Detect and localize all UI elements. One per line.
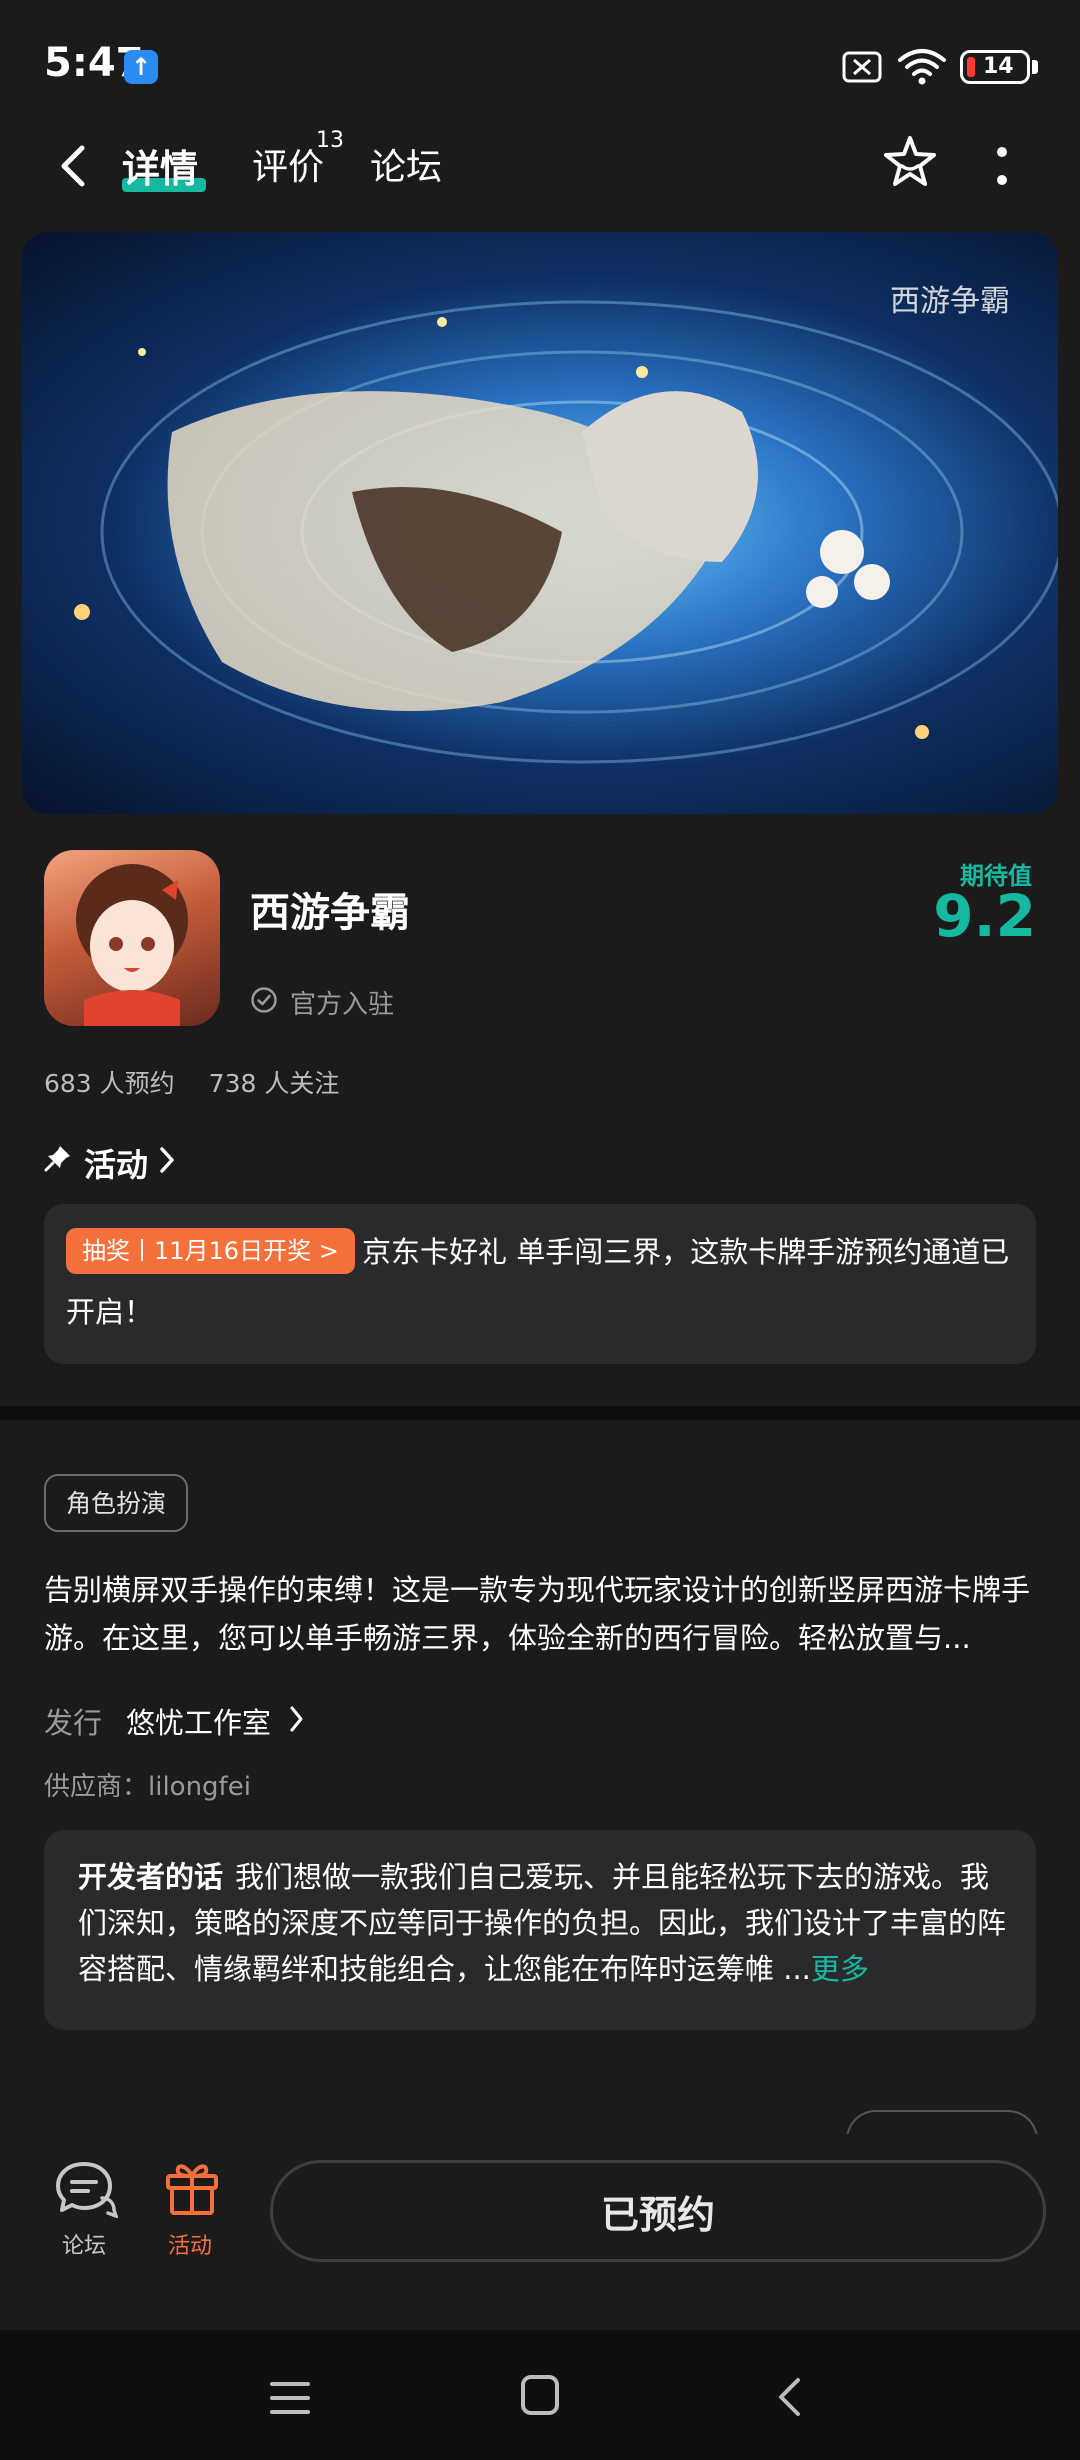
tab-forum[interactable]: 论坛 xyxy=(370,138,442,190)
battery-icon: 14 xyxy=(960,50,1030,84)
wifi-icon xyxy=(898,49,946,85)
supplier-info: 供应商：lilongfei xyxy=(44,1772,251,1802)
favorite-star-icon[interactable] xyxy=(880,132,940,192)
chevron-right-icon[interactable] xyxy=(156,1144,178,1176)
app-icon-illustration xyxy=(76,864,188,1026)
expectation-score: 9.2 xyxy=(933,882,1036,950)
developer-notes-card[interactable]: 开发者的话 我们想做一款我们自己爱玩、并且能轻松玩下去的游戏。我们深知，策略的深度… xyxy=(44,1830,1036,2030)
banner-watermark: 西游争霸 xyxy=(890,284,1010,319)
tab-detail[interactable]: 详情 xyxy=(122,138,198,193)
activity-label: 活动 xyxy=(168,2234,213,2259)
battery-tip xyxy=(1032,60,1038,74)
genre-tag[interactable]: 角色扮演 xyxy=(44,1474,189,1532)
activity-section-title[interactable]: 活动 xyxy=(84,1140,148,1186)
chevron-right-icon[interactable] xyxy=(288,1704,306,1734)
reserved-button[interactable]: 已预约 xyxy=(270,2160,1046,2262)
system-back-icon[interactable] xyxy=(776,2376,802,2418)
publisher-label: 发行 xyxy=(44,1706,103,1740)
developer-notes: 开发者的话 我们想做一款我们自己爱玩、并且能轻松玩下去的游戏。我们深知，策略的深度… xyxy=(78,1854,1008,1992)
official-verified-label: 官方入驻 xyxy=(290,990,395,1020)
forum-label: 论坛 xyxy=(62,2234,107,2259)
no-sim-icon xyxy=(842,51,882,83)
home-icon[interactable] xyxy=(520,2374,560,2416)
back-arrow-icon[interactable] xyxy=(52,140,96,192)
game-banner-image[interactable]: 西游争霸 xyxy=(22,232,1058,814)
battery-level: 14 xyxy=(983,54,1014,79)
more-options-icon[interactable] xyxy=(996,146,1008,186)
pin-icon xyxy=(44,1146,70,1172)
forum-button[interactable]: 论坛 xyxy=(54,2158,118,2278)
activity-button[interactable]: 活动 xyxy=(160,2158,224,2278)
game-title: 西游争霸 xyxy=(250,890,410,936)
recent-apps-icon[interactable] xyxy=(270,2380,310,2416)
reservation-count: 683 人预约 xyxy=(44,1069,175,1098)
more-link[interactable]: 更多 xyxy=(811,1952,869,1986)
forum-chat-icon xyxy=(56,2162,118,2218)
activity-card[interactable]: 京东卡好礼 单手闯三界，这款卡牌手游预约通道已开启！ 抽奖丨11月16日开奖 > xyxy=(44,1204,1036,1364)
game-app-icon xyxy=(44,850,220,1026)
game-stats: 683 人预约 738 人关注 xyxy=(44,1064,373,1100)
reviews-count-badge: 13 xyxy=(316,128,344,153)
lottery-badge[interactable]: 抽奖丨11月16日开奖 > xyxy=(66,1228,355,1274)
publisher-link[interactable]: 悠忧工作室 xyxy=(126,1700,271,1742)
tab-reviews[interactable]: 评价 xyxy=(252,138,324,190)
upload-icon: ↑ xyxy=(124,50,158,84)
verified-check-icon xyxy=(251,987,277,1013)
gift-icon xyxy=(166,2164,218,2215)
developer-notes-label: 开发者的话 xyxy=(78,1860,224,1894)
game-description[interactable]: 告别横屏双手操作的束缚！这是一款专为现代玩家设计的创新竖屏西游卡牌手游。在这里，… xyxy=(44,1566,1040,1662)
follower-count: 738 人关注 xyxy=(208,1069,340,1098)
section-divider xyxy=(0,1406,1080,1420)
